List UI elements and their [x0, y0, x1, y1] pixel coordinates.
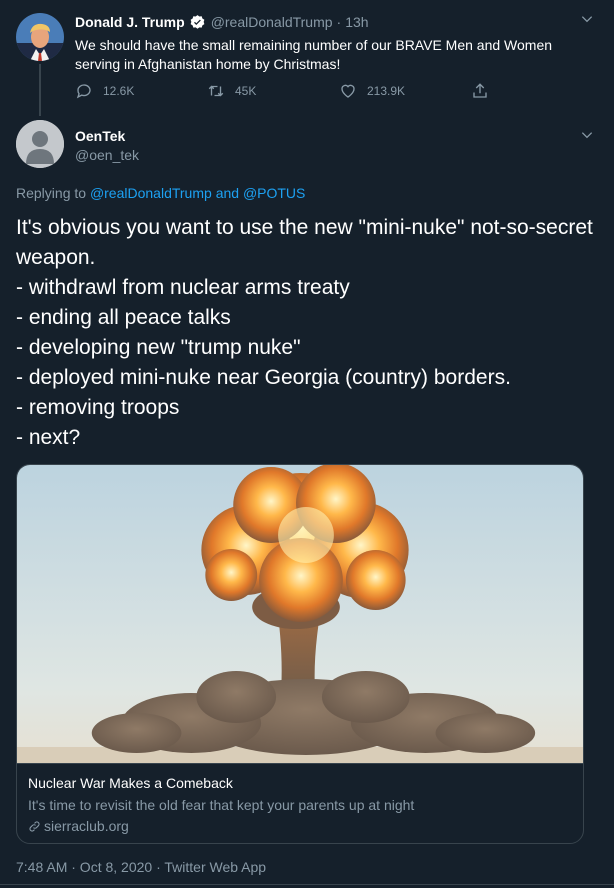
- chevron-down-icon[interactable]: [578, 10, 596, 28]
- retweet-count: 45K: [235, 84, 257, 98]
- main-tweet-author: OenTek @oen_tek: [16, 120, 598, 172]
- chevron-down-icon[interactable]: [578, 126, 596, 144]
- tweet-header: Donald J. Trump @realDonaldTrump · 13h: [75, 12, 598, 32]
- link-icon: [29, 820, 40, 832]
- retweet-button[interactable]: 45K: [207, 82, 339, 100]
- card-title: Nuclear War Makes a Comeback: [28, 775, 233, 791]
- share-button[interactable]: [471, 82, 501, 100]
- card-domain: sierraclub.org: [28, 816, 572, 836]
- like-count: 213.9K: [367, 84, 406, 98]
- reply-button[interactable]: 12.6K: [75, 82, 207, 100]
- link-card[interactable]: Nuclear War Makes a Comeback It's time t…: [16, 464, 584, 844]
- tweet-timestamp[interactable]: 7:48 AM · Oct 8, 2020 · Twitter Web App: [16, 859, 266, 875]
- divider: [0, 884, 614, 885]
- avatar[interactable]: [16, 13, 64, 61]
- card-info: Nuclear War Makes a Comeback It's time t…: [17, 763, 583, 843]
- parent-tweet[interactable]: Donald J. Trump @realDonaldTrump · 13h W…: [16, 8, 598, 112]
- mention-link[interactable]: @realDonaldTrump: [90, 185, 212, 201]
- replying-to: Replying to @realDonaldTrump and @POTUS: [16, 185, 305, 201]
- reply-icon: [76, 84, 91, 99]
- display-name[interactable]: OenTek: [75, 128, 125, 144]
- display-name[interactable]: Donald J. Trump: [75, 14, 185, 30]
- replying-prefix: Replying to: [16, 185, 87, 201]
- tweet-thread: Donald J. Trump @realDonaldTrump · 13h W…: [0, 0, 614, 888]
- tweet-time[interactable]: 13h: [345, 14, 368, 30]
- handle[interactable]: @oen_tek: [75, 146, 139, 165]
- card-description: It's time to revisit the old fear that k…: [28, 797, 415, 813]
- separator: ·: [336, 14, 342, 30]
- mention-link[interactable]: @POTUS: [243, 185, 305, 201]
- card-domain-text: sierraclub.org: [44, 818, 129, 834]
- tweet-actions: 12.6K 45K 213.9K: [75, 80, 515, 102]
- like-button[interactable]: 213.9K: [339, 82, 471, 100]
- verified-badge-icon: [189, 14, 206, 31]
- handle[interactable]: @realDonaldTrump: [211, 14, 333, 30]
- author-names: OenTek @oen_tek: [75, 127, 139, 165]
- tweet-text: It's obvious you want to use the new "mi…: [16, 216, 593, 449]
- like-icon: [341, 84, 355, 98]
- share-icon: [473, 83, 487, 98]
- card-image: [17, 465, 583, 763]
- avatar[interactable]: [16, 120, 64, 168]
- tweet-text: We should have the small remaining numbe…: [75, 37, 553, 72]
- retweet-icon: [208, 85, 224, 97]
- parent-tweet-body: Donald J. Trump @realDonaldTrump · 13h W…: [75, 12, 598, 74]
- replying-and: and: [215, 185, 240, 201]
- reply-count: 12.6K: [103, 84, 135, 98]
